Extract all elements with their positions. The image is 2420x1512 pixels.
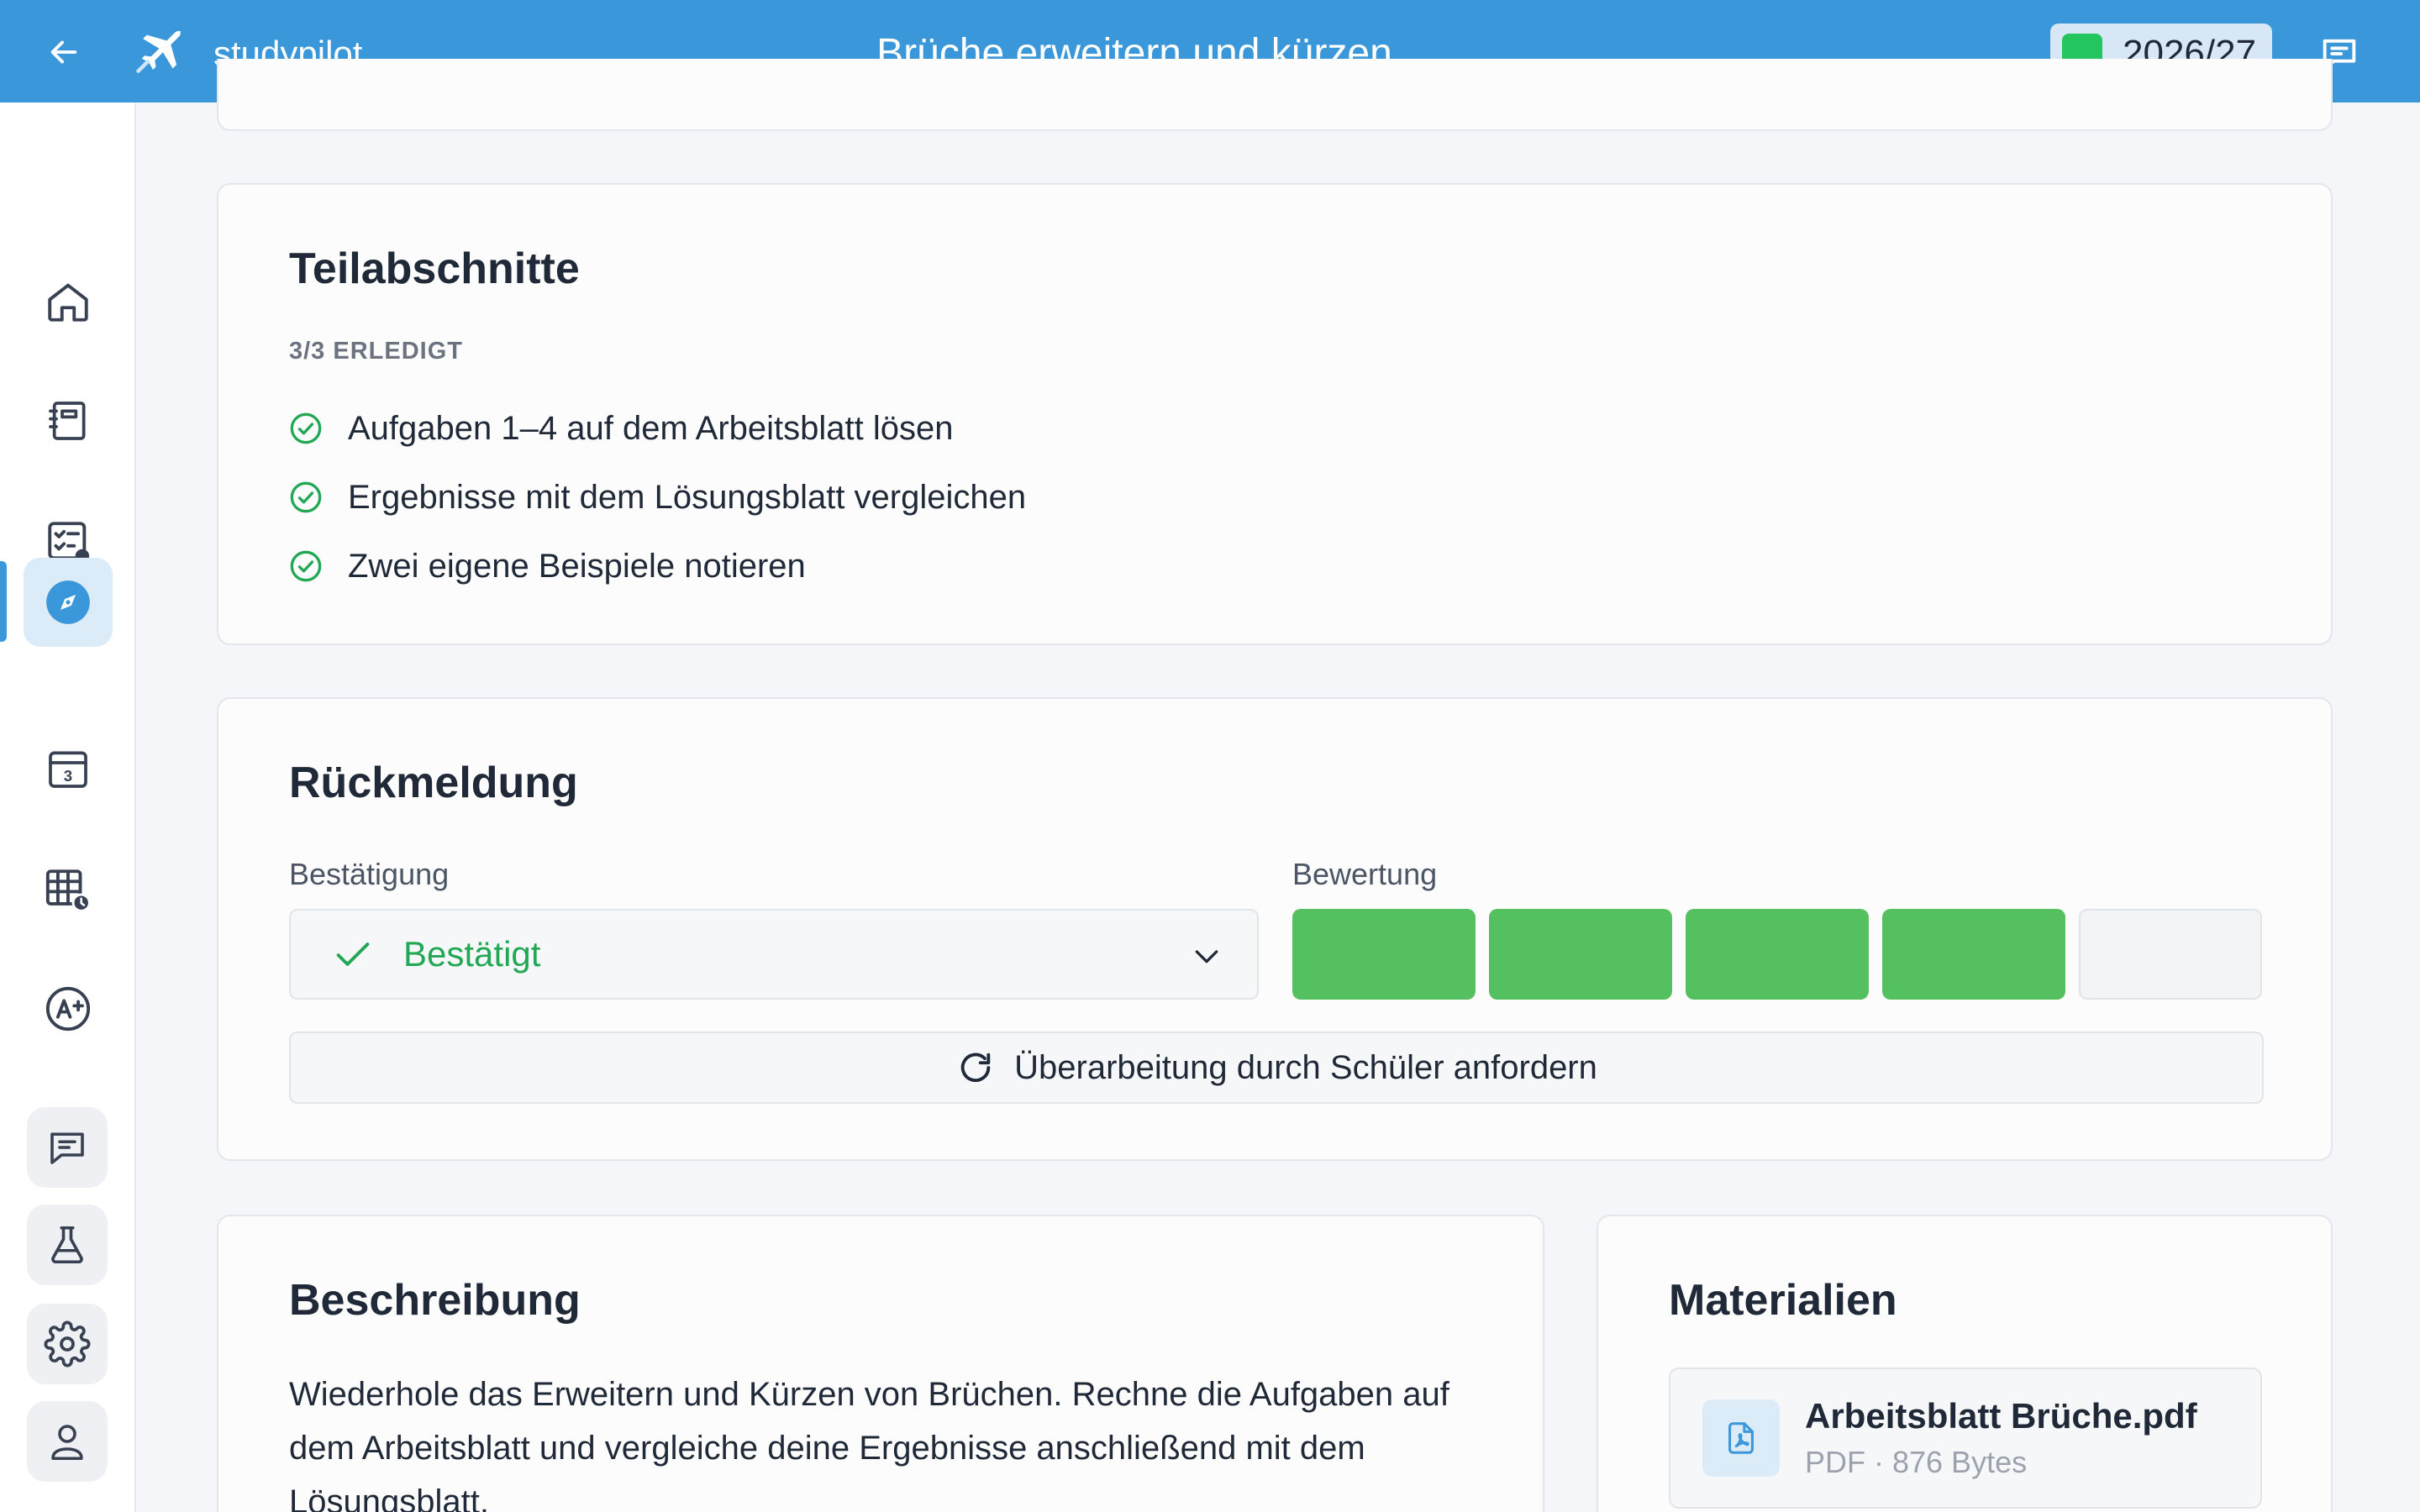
sidebar-messages-button[interactable] xyxy=(27,1107,108,1188)
request-revision-button[interactable]: Überarbeitung durch Schüler anfordern xyxy=(289,1032,2264,1104)
sidebar-item-explore[interactable] xyxy=(24,558,113,647)
sidebar-item-timetable[interactable] xyxy=(24,845,113,934)
file-name: Arbeitsblatt Brüche.pdf xyxy=(1805,1396,2197,1436)
sidebar-item-home[interactable] xyxy=(24,257,113,346)
rating-step-1[interactable] xyxy=(1292,909,1476,1000)
check-circle-icon xyxy=(289,480,323,514)
sidebar-item-notebook[interactable] xyxy=(24,376,113,465)
subtasks-card: Teilabschnitte 3/3 ERLEDIGT Aufgaben 1–4… xyxy=(217,183,2333,645)
rating-step-3[interactable] xyxy=(1686,909,1869,1000)
materials-heading: Materialien xyxy=(1669,1276,1897,1325)
flask-icon xyxy=(51,1226,83,1264)
materials-card: Materialien Arbeitsblatt Brüche.pdf PDF … xyxy=(1597,1215,2333,1512)
notebook-icon xyxy=(49,402,86,440)
gear-icon xyxy=(44,1320,91,1368)
rating-step-2[interactable] xyxy=(1489,909,1672,1000)
timetable-icon xyxy=(45,869,91,912)
description-heading: Beschreibung xyxy=(289,1276,581,1325)
sidebar: 3 xyxy=(0,102,136,1512)
check-circle-icon xyxy=(289,412,323,445)
feedback-card: Rückmeldung Bestätigung Bestätigt Bewert… xyxy=(217,697,2333,1161)
subtasks-heading: Teilabschnitte xyxy=(289,244,580,293)
refresh-icon xyxy=(955,1047,996,1088)
subtask-label: Aufgaben 1–4 auf dem Arbeitsblatt lösen xyxy=(348,409,954,447)
feedback-heading: Rückmeldung xyxy=(289,759,578,807)
chevron-down-icon xyxy=(1190,941,1223,971)
description-card: Beschreibung Wiederhole das Erweitern un… xyxy=(217,1215,1544,1512)
subtask-label: Ergebnisse mit dem Lösungsblatt vergleic… xyxy=(348,478,1027,516)
previous-card xyxy=(217,59,2333,131)
sidebar-profile-button[interactable] xyxy=(27,1401,108,1482)
subtask-item[interactable]: Ergebnisse mit dem Lösungsblatt vergleic… xyxy=(289,474,1026,521)
description-text: Wiederhole das Erweitern und Kürzen von … xyxy=(289,1376,1449,1512)
rating-step-4[interactable] xyxy=(1882,909,2065,1000)
chat-icon xyxy=(50,1132,84,1164)
request-revision-label: Überarbeitung durch Schüler anfordern xyxy=(1014,1048,1597,1086)
confirmation-select[interactable]: Bestätigt xyxy=(289,909,1259,1000)
compass-icon xyxy=(46,580,90,624)
svg-text:3: 3 xyxy=(64,767,72,785)
material-file-item[interactable]: Arbeitsblatt Brüche.pdf PDF · 876 Bytes xyxy=(1669,1368,2262,1509)
sidebar-item-grades[interactable] xyxy=(24,964,113,1053)
home-icon xyxy=(48,283,88,322)
pdf-file-icon xyxy=(1702,1399,1780,1477)
sidebar-lab-button[interactable] xyxy=(27,1205,108,1285)
sidebar-settings-button[interactable] xyxy=(27,1304,108,1384)
active-indicator xyxy=(0,561,7,642)
subtasks-progress: 3/3 ERLEDIGT xyxy=(289,338,463,365)
rating-step-5[interactable] xyxy=(2079,909,2262,1000)
confirmation-label: Bestätigung xyxy=(289,857,450,891)
check-icon xyxy=(331,932,375,976)
grade-icon xyxy=(45,986,91,1032)
subtask-label: Zwei eigene Beispiele notieren xyxy=(348,547,806,585)
calendar-icon: 3 xyxy=(49,751,87,788)
subtask-item[interactable]: Aufgaben 1–4 auf dem Arbeitsblatt lösen xyxy=(289,405,954,452)
confirmation-value: Bestätigt xyxy=(403,934,541,974)
sidebar-item-calendar[interactable]: 3 xyxy=(24,724,113,813)
subtask-item[interactable]: Zwei eigene Beispiele notieren xyxy=(289,543,806,590)
rating-label: Bewertung xyxy=(1292,857,1438,891)
file-meta: PDF · 876 Bytes xyxy=(1805,1445,2028,1479)
check-circle-icon xyxy=(289,549,323,583)
user-icon xyxy=(51,1425,83,1461)
